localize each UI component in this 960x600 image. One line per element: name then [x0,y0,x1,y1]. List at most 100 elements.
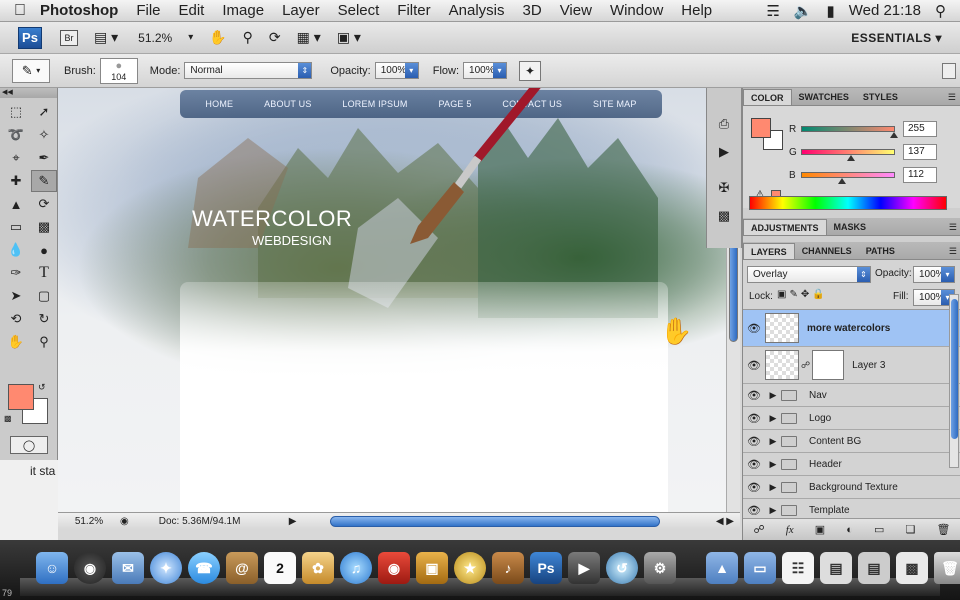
history-panel-icon[interactable]: ⎙ [712,114,736,134]
menu-image[interactable]: Image [222,2,264,19]
menu-clock[interactable]: Wed 21:18 [849,2,921,19]
actions-panel-icon[interactable]: ▶ [712,142,736,162]
green-value[interactable]: 137 [903,144,937,160]
tab-channels[interactable]: CHANNELS [795,243,859,259]
layer-opacity-field[interactable]: 100% ▾ [913,266,955,283]
brush-preset-picker[interactable]: ● 104 [99,57,138,84]
blend-mode-select[interactable]: Overlay ⇕ [747,266,871,283]
default-colors-icon[interactable]: ▩ [4,414,12,423]
tab-layers[interactable]: LAYERS [743,243,795,259]
downloads-stack-icon[interactable]: ▤ [858,552,890,584]
address-book-icon[interactable]: @ [226,552,258,584]
color-panel-foreground-swatch[interactable] [751,118,771,138]
blue-slider-marker[interactable] [838,178,847,184]
wifi-icon[interactable]: ☴ [766,2,779,20]
quick-mask-button[interactable]: ◯ [10,436,48,454]
layer-row[interactable]: 👁 more watercolors [743,310,960,347]
tab-color[interactable]: COLOR [743,89,792,105]
path-selection-tool-icon[interactable]: ➤ [3,285,29,307]
menu-view[interactable]: View [560,2,592,19]
expand-triangle-icon[interactable]: ▶ [765,390,781,401]
link-layers-icon[interactable]: ☍ [754,523,765,536]
layer-group-row[interactable]: 👁 ▶ Logo [743,407,960,430]
tab-masks[interactable]: MASKS [827,219,874,235]
blur-tool-icon[interactable]: 💧 [3,239,29,261]
lasso-tool-icon[interactable]: ➰ [3,124,29,146]
volume-icon[interactable]: 🔈 [794,2,813,20]
green-slider[interactable] [801,149,895,161]
opacity-field[interactable]: 100% ▾ [374,62,419,79]
status-zoom[interactable]: 51.2% [58,516,120,527]
eye-icon[interactable]: 👁 [743,389,765,402]
menu-layer[interactable]: Layer [282,2,320,19]
panel-menu-icon[interactable]: ☰ [949,219,957,235]
shape-tool-icon[interactable]: ▢ [31,285,57,307]
status-menu-icon[interactable]: ◉ [120,516,129,527]
flow-field[interactable]: 100% ▾ [463,62,508,79]
layers-scroll-thumb[interactable] [951,299,958,439]
imovie-icon[interactable]: ★ [454,552,486,584]
document-canvas[interactable]: HOME ABOUT US LOREM IPSUM PAGE 5 CONTACT… [58,88,726,512]
eye-icon[interactable]: 👁 [743,412,765,425]
layer-group-row[interactable]: 👁 ▶ Background Texture [743,476,960,499]
hand-tool-icon[interactable]: ✋ [3,331,29,353]
eye-icon[interactable]: 👁 [743,435,765,448]
menu-file[interactable]: File [136,2,160,19]
tab-adjustments[interactable]: ADJUSTMENTS [743,219,827,235]
bridge-button[interactable]: Br [60,29,78,46]
expand-triangle-icon[interactable]: ▶ [765,482,781,493]
new-layer-icon[interactable]: ❏ [905,523,915,536]
eye-icon[interactable]: 👁 [743,359,765,372]
layer-group-row[interactable]: 👁 ▶ Content BG [743,430,960,453]
layer-row[interactable]: 👁 ☍ Layer 3 [743,347,960,384]
menu-select[interactable]: Select [338,2,380,19]
tab-styles[interactable]: STYLES [856,89,905,105]
expand-triangle-icon[interactable]: ▶ [765,459,781,470]
rotate-view-icon[interactable]: ⟳ [269,29,281,46]
blue-slider[interactable] [801,172,895,184]
eraser-tool-icon[interactable]: ▭ [3,216,29,238]
eye-icon[interactable]: 👁 [743,504,765,517]
move-tool-icon[interactable]: ➚ [31,101,57,123]
gradient-tool-icon[interactable]: ▩ [31,216,57,238]
clone-stamp-tool-icon[interactable]: ▲ [3,193,29,215]
green-slider-marker[interactable] [847,155,856,161]
preview-icon[interactable]: ▣ [416,552,448,584]
screen-mode-icon[interactable]: ▣ ▾ [337,29,361,46]
crop-tool-icon[interactable]: ⌖ [3,147,29,169]
system-preferences-icon[interactable]: ⚙ [644,552,676,584]
add-mask-icon[interactable]: ▣ [815,523,825,536]
ichat-icon[interactable]: ☎ [188,552,220,584]
battery-icon[interactable]: ▮ [826,2,834,20]
dodge-tool-icon[interactable]: ● [31,239,57,261]
tools-panel-header[interactable]: ◀◀ [0,88,57,98]
hand-tool-icon[interactable]: ✋ [209,29,226,46]
document-stack-icon[interactable]: ☷ [782,552,814,584]
iphoto-icon[interactable]: ✿ [302,552,334,584]
eye-icon[interactable]: 👁 [743,481,765,494]
layer-style-icon[interactable]: fx [786,524,794,536]
color-spectrum-ramp[interactable] [749,196,947,210]
time-machine-icon[interactable]: ↺ [606,552,638,584]
scroll-arrows-icon[interactable]: ◀ ▶ [716,516,734,527]
panel-toggle-button[interactable] [942,62,956,79]
app-menu[interactable]: Photoshop [40,2,118,19]
red-slider-marker[interactable] [890,132,898,138]
red-slider[interactable] [801,126,898,138]
tab-swatches[interactable]: SWATCHES [792,89,856,105]
canvas-horizontal-scrollbar[interactable] [330,516,660,527]
menu-edit[interactable]: Edit [179,2,205,19]
healing-brush-tool-icon[interactable]: ✚ [3,170,29,192]
3d-rotate-tool-icon[interactable]: ⟲ [3,308,29,330]
documents-folder-icon[interactable]: ▭ [744,552,776,584]
eye-icon[interactable]: 👁 [743,322,765,335]
pen-tool-icon[interactable]: ✑ [3,262,29,284]
dashboard-icon[interactable]: ◉ [74,552,106,584]
expand-triangle-icon[interactable]: ▶ [765,505,781,516]
link-icon[interactable]: ☍ [801,360,810,371]
layer-group-row[interactable]: 👁 ▶ Nav [743,384,960,407]
trash-icon[interactable]: 🗑 [934,552,960,584]
brush-tool-icon[interactable]: ✎ [31,170,57,192]
tab-paths[interactable]: PATHS [859,243,902,259]
safari-icon[interactable]: ✦ [150,552,182,584]
